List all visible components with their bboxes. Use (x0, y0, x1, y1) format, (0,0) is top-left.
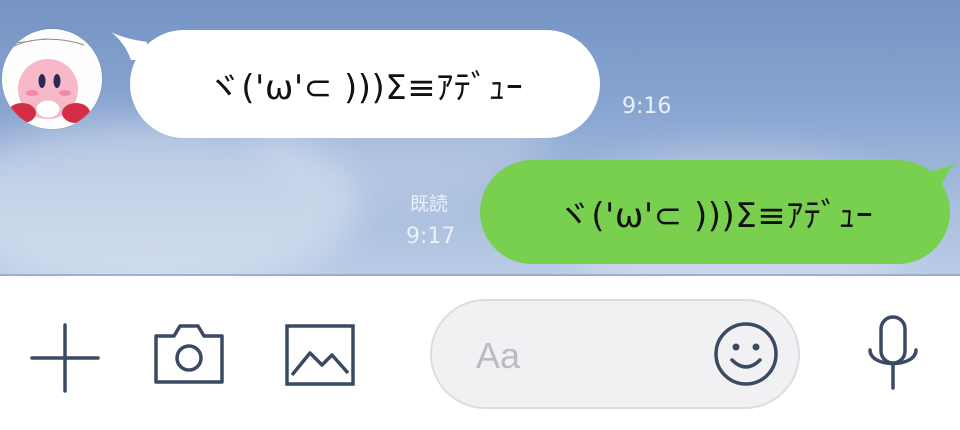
outgoing-message-bubble[interactable]: ヾ('ω'⊂ )))Σ≡ｱﾃﾞｭｰ (480, 160, 950, 264)
outgoing-message-text: ヾ('ω'⊂ )))Σ≡ｱﾃﾞｭｰ (556, 195, 874, 236)
image-icon[interactable] (284, 323, 356, 391)
smiley-icon[interactable] (712, 320, 780, 392)
incoming-message-text: ヾ('ω'⊂ )))Σ≡ｱﾃﾞｭｰ (206, 67, 524, 108)
outgoing-message-time: 9:17 (406, 224, 456, 249)
incoming-message-bubble[interactable]: ヾ('ω'⊂ )))Σ≡ｱﾃﾞｭｰ (130, 30, 600, 138)
avatar-image (2, 29, 102, 129)
message-input[interactable] (474, 327, 718, 385)
incoming-message-time: 9:16 (622, 94, 672, 119)
plus-icon[interactable] (28, 321, 102, 399)
camera-icon[interactable] (152, 322, 226, 390)
contact-avatar[interactable] (2, 29, 102, 129)
outgoing-bubble-tail (926, 162, 956, 190)
microphone-icon[interactable] (862, 314, 924, 398)
read-receipt: 既読 (410, 193, 449, 215)
chat-area: ヾ('ω'⊂ )))Σ≡ｱﾃﾞｭｰ 9:16 既読 9:17 ヾ('ω'⊂ ))… (0, 0, 960, 276)
